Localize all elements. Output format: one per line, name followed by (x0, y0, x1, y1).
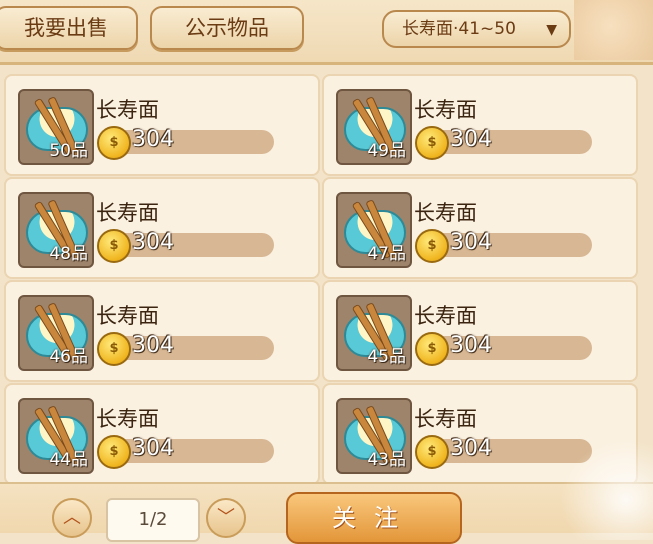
gold-coin-icon: $ (97, 126, 131, 160)
item-grade: 43品 (367, 450, 406, 470)
top-bar: 我要出售 公示物品 长寿面·41~50 ▼ (0, 0, 653, 65)
tab-public-label: 公示物品 (185, 16, 269, 40)
item-name: 长寿面 (96, 201, 159, 225)
noodle-bowl-icon: 45品 (336, 295, 412, 371)
item-price: 304 (450, 333, 492, 358)
page-up-button[interactable]: ︿ (52, 498, 92, 538)
item-filter-dropdown[interactable]: 长寿面·41~50 ▼ (382, 10, 571, 48)
item-name: 长寿面 (96, 98, 159, 122)
item-card[interactable]: 46品 长寿面 $ 304 (4, 280, 320, 382)
item-name: 长寿面 (414, 304, 477, 328)
follow-label: 关注 (332, 504, 416, 532)
noodle-bowl-icon: 50品 (18, 89, 94, 165)
item-price: 304 (132, 333, 174, 358)
screen-glare (560, 440, 653, 540)
gold-coin-icon: $ (415, 229, 449, 263)
item-name: 长寿面 (414, 407, 477, 431)
triangle-down-icon: ▼ (546, 22, 557, 38)
decorative-emblem (574, 0, 653, 60)
item-name: 长寿面 (414, 201, 477, 225)
noodle-bowl-icon: 47品 (336, 192, 412, 268)
item-grade: 48品 (49, 244, 88, 264)
chevron-down-icon: ﹀ (217, 507, 235, 528)
gold-coin-icon: $ (97, 332, 131, 366)
item-grade: 46品 (49, 347, 88, 367)
noodle-bowl-icon: 43品 (336, 398, 412, 474)
item-card[interactable]: 45品 长寿面 $ 304 (322, 280, 638, 382)
item-price: 304 (132, 127, 174, 152)
page-down-button[interactable]: ﹀ (206, 498, 246, 538)
gold-coin-icon: $ (415, 126, 449, 160)
item-card[interactable]: 47品 长寿面 $ 304 (322, 177, 638, 279)
page-indicator: 1/2 (106, 498, 200, 542)
item-grid: 50品 长寿面 $ 304 49品 长寿面 $ 304 48品 长寿面 $ 30… (0, 66, 653, 485)
item-name: 长寿面 (96, 304, 159, 328)
item-price: 304 (450, 127, 492, 152)
filter-label: 长寿面·41~50 (402, 19, 516, 39)
gold-coin-icon: $ (97, 435, 131, 469)
item-price: 304 (450, 436, 492, 461)
noodle-bowl-icon: 48品 (18, 192, 94, 268)
follow-button[interactable]: 关注 (286, 492, 462, 544)
item-grade: 47品 (367, 244, 406, 264)
tab-sell-label: 我要出售 (24, 16, 108, 40)
gold-coin-icon: $ (415, 332, 449, 366)
noodle-bowl-icon: 46品 (18, 295, 94, 371)
tab-sell[interactable]: 我要出售 (0, 6, 138, 50)
item-grade: 44品 (49, 450, 88, 470)
item-price: 304 (132, 436, 174, 461)
item-grade: 49品 (367, 141, 406, 161)
noodle-bowl-icon: 49品 (336, 89, 412, 165)
item-card[interactable]: 44品 长寿面 $ 304 (4, 383, 320, 485)
item-price: 304 (450, 230, 492, 255)
item-grade: 45品 (367, 347, 406, 367)
item-card[interactable]: 50品 长寿面 $ 304 (4, 74, 320, 176)
tab-public[interactable]: 公示物品 (150, 6, 304, 50)
noodle-bowl-icon: 44品 (18, 398, 94, 474)
item-grade: 50品 (49, 141, 88, 161)
item-card[interactable]: 48品 长寿面 $ 304 (4, 177, 320, 279)
item-card[interactable]: 49品 长寿面 $ 304 (322, 74, 638, 176)
footer-bar: ︿ 1/2 ﹀ 关注 (0, 482, 653, 544)
item-name: 长寿面 (414, 98, 477, 122)
chevron-up-icon: ︿ (63, 507, 81, 528)
gold-coin-icon: $ (97, 229, 131, 263)
item-name: 长寿面 (96, 407, 159, 431)
item-price: 304 (132, 230, 174, 255)
page-label: 1/2 (138, 509, 168, 530)
gold-coin-icon: $ (415, 435, 449, 469)
